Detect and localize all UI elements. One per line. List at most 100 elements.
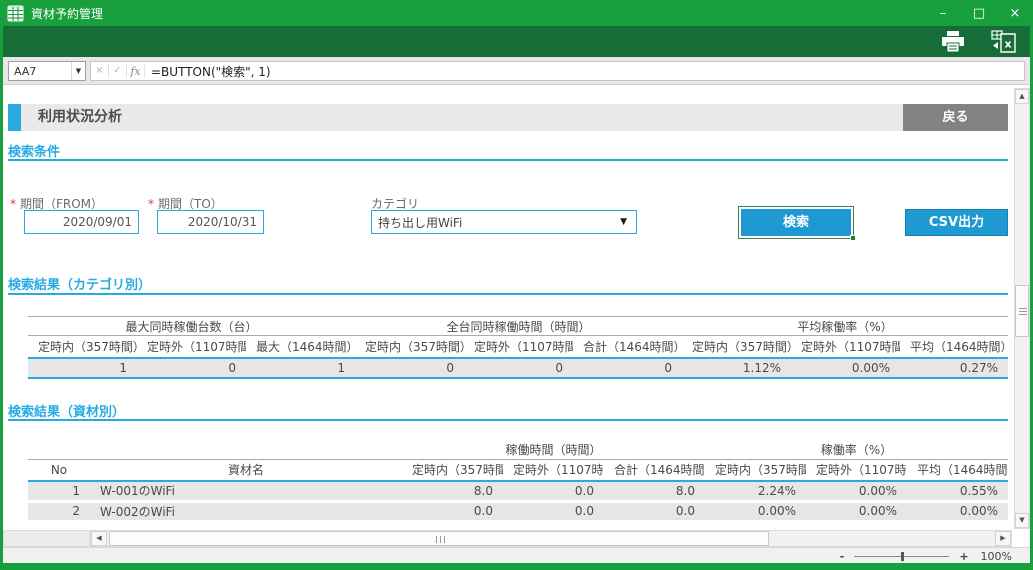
zoom-level: 100% bbox=[981, 550, 1012, 563]
category-selected-value: 持ち出し用WiFi bbox=[378, 214, 462, 231]
cell: W-001のWiFi bbox=[90, 481, 402, 501]
cell: 0.00% bbox=[705, 501, 806, 521]
cell: 0 bbox=[355, 358, 464, 378]
cell: 1.12% bbox=[682, 358, 791, 378]
minimize-icon[interactable]: – bbox=[925, 0, 961, 26]
section-rule bbox=[8, 419, 1008, 421]
period-from-input[interactable] bbox=[24, 210, 139, 234]
required-mark: * bbox=[10, 197, 16, 211]
period-to-input[interactable] bbox=[157, 210, 264, 234]
cell: 0.0 bbox=[503, 481, 604, 501]
vertical-scrollbar[interactable]: ▲ ▼ bbox=[1014, 88, 1030, 529]
page-title-accent bbox=[8, 104, 21, 131]
cell-reference: AA7 bbox=[9, 65, 71, 78]
window-title: 資材予約管理 bbox=[31, 5, 103, 22]
cell: 0.0 bbox=[604, 501, 705, 521]
column-header: 定時外（1107時間） bbox=[137, 336, 246, 358]
cell: 0 bbox=[464, 358, 573, 378]
zoom-slider-thumb[interactable] bbox=[901, 552, 904, 561]
required-mark: * bbox=[148, 197, 154, 211]
chevron-down-icon: ▼ bbox=[620, 217, 627, 227]
cell: 8.0 bbox=[604, 481, 705, 501]
excel-export-icon[interactable]: x bbox=[989, 30, 1017, 54]
formula-cancel-icon[interactable]: × bbox=[91, 62, 108, 80]
cell: 0.00% bbox=[806, 501, 907, 521]
zoom-slider[interactable] bbox=[854, 556, 949, 557]
section-rule bbox=[8, 293, 1008, 295]
formula-enter-icon[interactable]: ✓ bbox=[109, 62, 126, 80]
section-title-search-conditions: 検索条件 bbox=[8, 141, 60, 160]
scroll-down-icon[interactable]: ▼ bbox=[1015, 513, 1029, 528]
column-header: No bbox=[28, 459, 90, 481]
cell: 0.0 bbox=[503, 501, 604, 521]
maximize-icon[interactable]: □ bbox=[961, 0, 997, 26]
cell: 0.55% bbox=[907, 481, 1008, 501]
grip-line bbox=[1019, 311, 1027, 312]
horizontal-scrollbar-thumb[interactable] bbox=[109, 531, 769, 546]
group-header bbox=[28, 440, 402, 459]
column-header: 定時外（1107時間） bbox=[464, 336, 573, 358]
vertical-scrollbar-thumb[interactable] bbox=[1015, 285, 1029, 337]
column-header: 合計（1464時間） bbox=[573, 336, 682, 358]
grip-line bbox=[444, 536, 445, 543]
formula-text: =BUTTON("検索", 1) bbox=[151, 63, 271, 80]
namebox-dropdown-icon[interactable]: ▼ bbox=[71, 62, 85, 80]
column-header: 定時外（1107時間） bbox=[791, 336, 900, 358]
table-row: 1W-001のWiFi8.00.08.02.24%0.00%0.55% bbox=[28, 481, 1008, 501]
group-header: 稼働時間（時間） bbox=[402, 440, 705, 459]
cell: 1 bbox=[246, 358, 355, 378]
table-row: 1010001.12%0.00%0.27% bbox=[28, 358, 1008, 378]
group-header: 稼働率（%） bbox=[705, 440, 1008, 459]
ribbon-toolbar: x bbox=[0, 26, 1033, 57]
close-icon[interactable]: × bbox=[997, 0, 1033, 26]
cell: 2.24% bbox=[705, 481, 806, 501]
sheet-corner-panel bbox=[3, 530, 90, 547]
cell: 0 bbox=[137, 358, 246, 378]
horizontal-scrollbar[interactable]: ◀ ▶ bbox=[90, 530, 1012, 547]
category-select[interactable]: 持ち出し用WiFi ▼ bbox=[371, 210, 637, 234]
category-results-table: 最大同時稼働台数（台）全台同時稼働時間（時間）平均稼働率（%）定時内（357時間… bbox=[28, 316, 1008, 379]
cell: 0.0 bbox=[402, 501, 503, 521]
column-header: 定時内（357時間） bbox=[705, 459, 806, 481]
column-header: 定時内（357時間） bbox=[682, 336, 791, 358]
column-header: 定時内（357時間） bbox=[402, 459, 503, 481]
app-window: 資材予約管理 – □ × x AA7 ▼ × bbox=[0, 0, 1033, 570]
selection-handle[interactable] bbox=[850, 235, 856, 241]
csv-export-button[interactable]: CSV出力 bbox=[905, 209, 1008, 236]
cell: 0 bbox=[573, 358, 682, 378]
back-button[interactable]: 戻る bbox=[903, 104, 1008, 131]
cell: 8.0 bbox=[402, 481, 503, 501]
zoom-out-icon[interactable]: - bbox=[840, 550, 845, 563]
window-border bbox=[0, 0, 3, 570]
cell: 0.00% bbox=[907, 501, 1008, 521]
column-header: 最大（1464時間） bbox=[246, 336, 355, 358]
window-border bbox=[0, 563, 1033, 570]
page-header: 利用状況分析 戻る bbox=[8, 104, 1008, 131]
column-header: 定時内（357時間） bbox=[28, 336, 137, 358]
scroll-right-icon[interactable]: ▶ bbox=[995, 531, 1011, 546]
scroll-up-icon[interactable]: ▲ bbox=[1015, 89, 1029, 104]
cell: 0.00% bbox=[791, 358, 900, 378]
material-results-table: 稼働時間（時間）稼働率（%）No資材名定時内（357時間）定時外（1107時間）… bbox=[28, 440, 1008, 523]
search-button-selection: 検索 bbox=[738, 206, 854, 239]
table-row: 2W-002のWiFi0.00.00.00.00%0.00%0.00% bbox=[28, 501, 1008, 521]
print-icon[interactable] bbox=[939, 30, 967, 54]
zoom-control: - + 100% bbox=[840, 548, 1012, 564]
cell: 1 bbox=[28, 358, 137, 378]
grip-line bbox=[436, 536, 437, 543]
column-header: 資材名 bbox=[90, 459, 402, 481]
formula-field[interactable]: × ✓ fx =BUTTON("検索", 1) bbox=[90, 61, 1025, 81]
grip-line bbox=[1019, 314, 1027, 315]
cell-name-box[interactable]: AA7 ▼ bbox=[8, 61, 86, 81]
search-button[interactable]: 検索 bbox=[741, 209, 851, 236]
spreadsheet-app-icon bbox=[7, 5, 24, 22]
title-bar: 資材予約管理 – □ × bbox=[0, 0, 1033, 26]
section-title-category-results: 検索結果（カテゴリ別） bbox=[8, 274, 151, 293]
insert-function-icon[interactable]: fx bbox=[127, 65, 145, 78]
group-header: 平均稼働率（%） bbox=[682, 317, 1008, 336]
svg-text:x: x bbox=[1004, 38, 1011, 51]
grip-line bbox=[1019, 308, 1027, 309]
scroll-left-icon[interactable]: ◀ bbox=[91, 531, 107, 546]
zoom-in-icon[interactable]: + bbox=[959, 550, 968, 563]
group-header: 全台同時稼働時間（時間） bbox=[355, 317, 682, 336]
